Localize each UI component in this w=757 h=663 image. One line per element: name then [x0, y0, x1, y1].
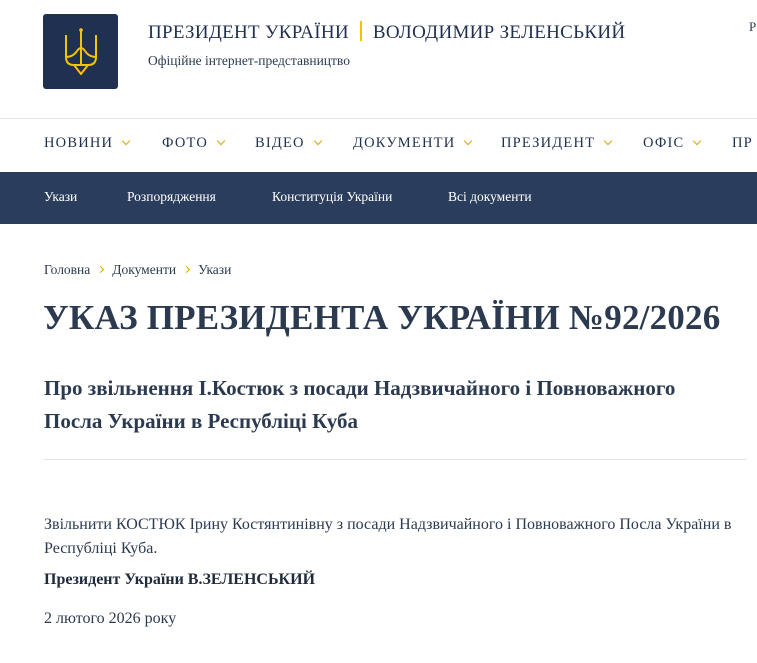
- nav-item-press[interactable]: ПР: [732, 135, 753, 152]
- site-title-president: ПРЕЗИДЕНТ УКРАЇНИ: [148, 22, 349, 43]
- page-title: УКАЗ ПРЕЗИДЕНТА УКРАЇНИ №92/2026: [43, 298, 721, 337]
- nav-item-label: ДОКУМЕНТИ: [353, 135, 456, 151]
- chevron-right-icon: [97, 265, 105, 274]
- subnav-item-decrees[interactable]: Укази: [44, 189, 77, 205]
- trident-icon: [64, 27, 97, 75]
- nav-item-documents[interactable]: ДОКУМЕНТИ: [353, 135, 473, 152]
- chevron-down-icon: [313, 136, 322, 146]
- decree-text: Звільнити КОСТЮК Ірину Костянтинівну з п…: [44, 516, 732, 557]
- nav-item-label: ОФІС: [643, 135, 685, 151]
- nav-item-photo[interactable]: ФОТО: [162, 135, 226, 152]
- nav-item-office[interactable]: ОФІС: [643, 135, 702, 152]
- documents-subnav: Укази Розпорядження Конституція України …: [0, 172, 757, 224]
- site-header: ПРЕЗИДЕНТ УКРАЇНИ ВОЛОДИМИР ЗЕЛЕНСЬКИЙ Оф…: [0, 0, 757, 118]
- chevron-down-icon: [464, 136, 473, 146]
- chevron-down-icon: [121, 136, 131, 146]
- nav-item-label: ПР: [732, 135, 753, 151]
- site-title[interactable]: ПРЕЗИДЕНТ УКРАЇНИ ВОЛОДИМИР ЗЕЛЕНСЬКИЙ: [148, 21, 625, 44]
- chevron-right-icon: [183, 265, 191, 274]
- chevron-down-icon: [603, 136, 613, 146]
- title-separator: [359, 21, 362, 41]
- breadcrumb-documents[interactable]: Документи: [112, 262, 176, 277]
- nav-item-president[interactable]: ПРЕЗИДЕНТ: [501, 135, 613, 152]
- language-switch[interactable]: Р: [749, 19, 756, 35]
- nav-item-news[interactable]: НОВИНИ: [44, 135, 131, 152]
- breadcrumb: Головна Документи Укази: [44, 262, 231, 278]
- nav-item-label: ПРЕЗИДЕНТ: [501, 135, 596, 151]
- nav-item-label: ВІДЕО: [255, 135, 305, 151]
- chevron-down-icon: [693, 136, 702, 146]
- subnav-item-all-documents[interactable]: Всі документи: [448, 189, 532, 205]
- site-logo[interactable]: [43, 14, 118, 89]
- breadcrumb-home[interactable]: Головна: [44, 262, 90, 277]
- nav-item-label: НОВИНИ: [44, 135, 114, 151]
- chevron-down-icon: [216, 136, 226, 146]
- decree-date: 2 лютого 2026 року: [44, 610, 177, 627]
- nav-item-video[interactable]: ВІДЕО: [255, 135, 322, 152]
- page-subtitle: Про звільнення І.Костюк з посади Надзвич…: [44, 376, 676, 433]
- breadcrumb-decrees[interactable]: Укази: [198, 262, 231, 277]
- nav-item-label: ФОТО: [162, 135, 209, 151]
- main-nav: НОВИНИ ФОТО ВІДЕО ДОКУМЕНТИ ПРЕЗИДЕНТ ОФ…: [0, 118, 757, 172]
- divider: [44, 459, 747, 460]
- subnav-item-constitution[interactable]: Конституція України: [272, 189, 392, 205]
- site-subtitle: Офіційне інтернет-представництво: [148, 53, 350, 68]
- site-title-name: ВОЛОДИМИР ЗЕЛЕНСЬКИЙ: [372, 22, 626, 43]
- decree-signature: Президент України В.ЗЕЛЕНСЬКИЙ: [44, 571, 316, 588]
- subnav-item-orders[interactable]: Розпорядження: [127, 189, 216, 205]
